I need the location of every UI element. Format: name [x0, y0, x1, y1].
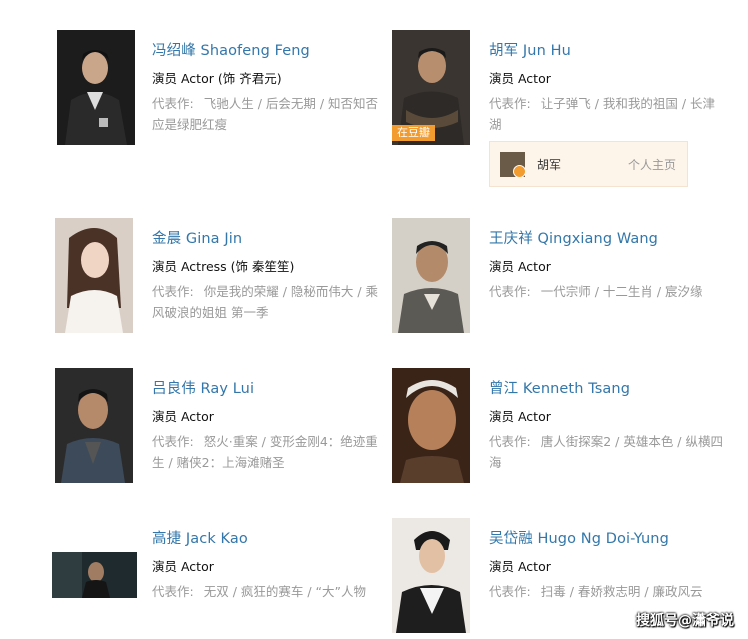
actor-role: 演员 Actor — [489, 559, 551, 574]
works-list: 扫毒 / 春娇救志明 / 廉政风云 — [540, 584, 703, 599]
works-list: 无双 / 疯狂的赛车 / “大”人物 — [203, 584, 366, 599]
works-label: 代表作: — [489, 284, 531, 299]
actor-name-link[interactable]: 胡军 Jun Hu — [489, 39, 571, 60]
actor-role: 演员 Actor — [489, 71, 551, 86]
actor-photo-jack-kao[interactable] — [52, 552, 137, 598]
homepage-link[interactable]: 个人主页 — [628, 156, 676, 173]
verified-icon — [513, 165, 525, 177]
actor-works: 代表作: 唐人街探案2 / 英雄本色 / 纵横四海 — [489, 431, 725, 473]
actor-name-link[interactable]: 曾江 Kenneth Tsang — [489, 377, 630, 398]
actor-photo-ray-lui[interactable] — [55, 368, 133, 483]
actor-name-link[interactable]: 吴岱融 Hugo Ng Doi-Yung — [489, 527, 669, 548]
homepage-name: 胡军 — [537, 158, 562, 172]
actor-role: 演员 Actor — [489, 409, 551, 424]
actor-photo-shaofeng-feng[interactable] — [57, 30, 135, 145]
actor-works: 代表作: 无双 / 疯狂的赛车 / “大”人物 — [152, 581, 388, 602]
actor-role: 演员 Actor — [152, 559, 214, 574]
works-label: 代表作: — [489, 584, 531, 599]
actor-works: 代表作: 让子弹飞 / 我和我的祖国 / 长津湖 — [489, 93, 725, 135]
sohu-watermark: 搜狐号@瀟爷说 — [636, 613, 734, 629]
works-label: 代表作: — [152, 96, 194, 111]
actor-photo-kenneth-tsang[interactable] — [392, 368, 470, 483]
works-label: 代表作: — [489, 96, 531, 111]
works-label: 代表作: — [489, 434, 531, 449]
actor-role: 演员 Actress (饰 秦笙笙) — [152, 259, 295, 274]
douban-badge: 在豆瓣 — [392, 125, 435, 141]
actor-name-link[interactable]: 吕良伟 Ray Lui — [152, 377, 254, 398]
actor-photo-gina-jin[interactable] — [55, 218, 133, 333]
actor-name-link[interactable]: 金晨 Gina Jin — [152, 227, 242, 248]
actor-name-link[interactable]: 冯绍峰 Shaofeng Feng — [152, 39, 310, 60]
actor-works: 代表作: 飞驰人生 / 后会无期 / 知否知否应是绿肥红瘦 — [152, 93, 388, 135]
actor-name-link[interactable]: 高捷 Jack Kao — [152, 527, 248, 548]
actor-photo-jun-hu[interactable]: 在豆瓣 — [392, 30, 470, 145]
avatar — [500, 152, 525, 177]
actor-works: 代表作: 扫毒 / 春娇救志明 / 廉政风云 — [489, 581, 725, 602]
actor-works: 代表作: 怒火·重案 / 变形金刚4：绝迹重生 / 赌侠2：上海滩赌圣 — [152, 431, 388, 473]
actor-works: 代表作: 一代宗师 / 十二生肖 / 宸汐缘 — [489, 281, 725, 302]
actor-photo-hugo-ng[interactable] — [392, 518, 470, 633]
actor-role: 演员 Actor — [152, 409, 214, 424]
actor-photo-qingxiang-wang[interactable] — [392, 218, 470, 333]
works-list: 一代宗师 / 十二生肖 / 宸汐缘 — [540, 284, 703, 299]
personal-homepage-card[interactable]: 胡军 个人主页 — [489, 141, 688, 187]
actor-name-link[interactable]: 王庆祥 Qingxiang Wang — [489, 227, 658, 248]
actor-role: 演员 Actor — [489, 259, 551, 274]
works-label: 代表作: — [152, 434, 194, 449]
actor-works: 代表作: 你是我的荣耀 / 隐秘而伟大 / 乘风破浪的姐姐 第一季 — [152, 281, 388, 323]
works-label: 代表作: — [152, 284, 194, 299]
works-label: 代表作: — [152, 584, 194, 599]
actor-role: 演员 Actor (饰 齐君元) — [152, 71, 282, 86]
